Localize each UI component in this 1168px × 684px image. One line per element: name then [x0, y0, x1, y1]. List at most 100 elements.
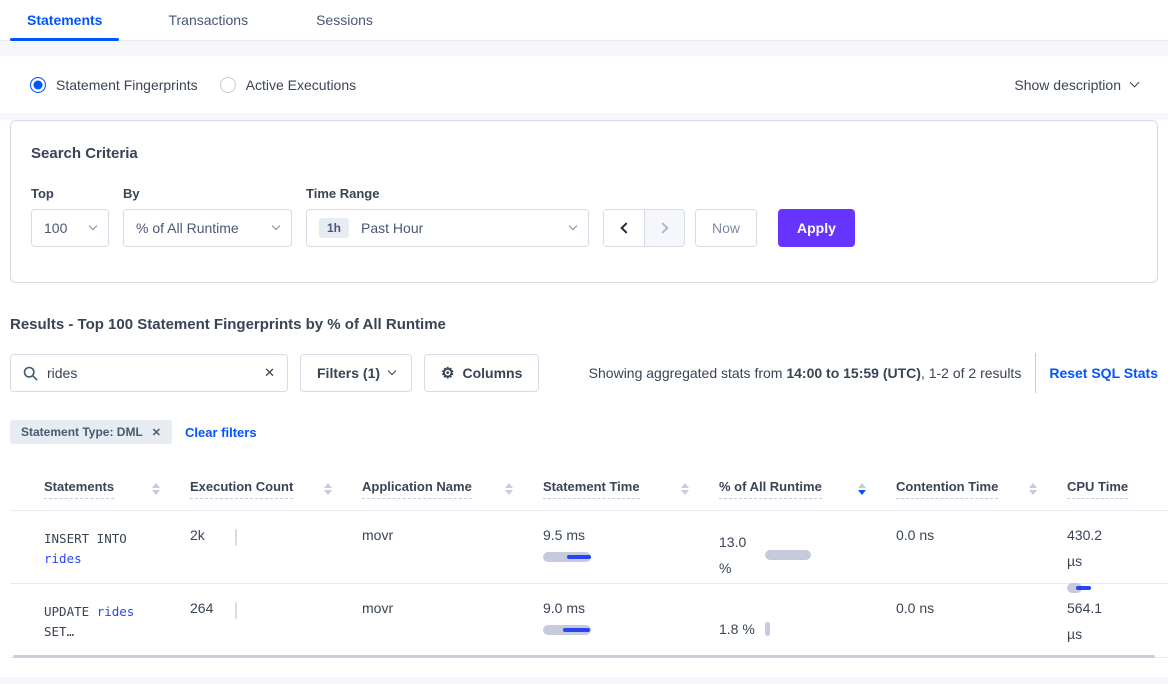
time-range-select[interactable]: 1h Past Hour: [306, 209, 589, 247]
columns-label: Columns: [462, 365, 522, 381]
column-header[interactable]: Contention Time: [886, 479, 1057, 499]
cpu-time-cell: 430.2 µs: [1057, 511, 1168, 583]
tab-sessions[interactable]: Sessions: [299, 0, 390, 40]
columns-button[interactable]: ⚙ Columns: [424, 354, 539, 392]
bar-stddev: [563, 628, 590, 632]
search-input[interactable]: [47, 365, 257, 381]
radio-statement-fingerprints[interactable]: Statement Fingerprints: [30, 77, 198, 93]
pct-runtime-bar: [765, 550, 811, 560]
table-row[interactable]: INSERT INTOrides2kmovr9.5 ms13.0 %0.0 ns…: [10, 511, 1168, 584]
filter-chip-statement-type: Statement Type: DML ✕: [10, 420, 172, 444]
column-header-label[interactable]: Contention Time: [896, 479, 998, 499]
time-range-label: Time Range: [306, 186, 589, 201]
contention-time-cell: 0.0 ns: [886, 584, 1057, 657]
clear-search-icon[interactable]: ✕: [264, 365, 275, 381]
tab-bar: Statements Transactions Sessions: [0, 0, 1168, 41]
chevron-down-icon: [272, 222, 280, 230]
column-header-label[interactable]: Statement Time: [543, 479, 640, 499]
column-header-label[interactable]: Statements: [44, 479, 114, 499]
metric-value: 430.2 µs: [1067, 522, 1109, 574]
results-heading: Results - Top 100 Statement Fingerprints…: [10, 316, 1158, 333]
radio-label: Statement Fingerprints: [56, 77, 198, 93]
chevron-down-icon: [1130, 78, 1140, 88]
apply-button[interactable]: Apply: [778, 209, 855, 247]
column-header[interactable]: Statement Time: [533, 479, 709, 499]
tab-statements[interactable]: Statements: [10, 0, 119, 40]
pct-runtime-cell: 13.0 %: [709, 511, 886, 583]
column-header[interactable]: Application Name: [352, 479, 533, 499]
time-prev-button[interactable]: [604, 210, 644, 246]
radio-active-executions[interactable]: Active Executions: [220, 77, 357, 93]
metric-value: 9.5 ms: [543, 527, 699, 543]
top-value: 100: [44, 220, 67, 236]
column-header[interactable]: CPU Time: [1057, 479, 1168, 499]
column-header-label[interactable]: CPU Time: [1067, 479, 1128, 499]
gear-icon: ⚙: [441, 366, 454, 381]
radio-unselected-icon: [220, 77, 236, 93]
column-header-label[interactable]: % of All Runtime: [719, 479, 822, 499]
sql-line: UPDATE rides: [44, 602, 170, 622]
show-description-toggle[interactable]: Show description: [1014, 77, 1138, 93]
sort-icon[interactable]: [324, 483, 332, 495]
chevron-right-icon: [657, 222, 668, 233]
pct-runtime-value: 13.0 %: [719, 529, 757, 581]
statements-table: Statements Execution Count Application Nam…: [10, 453, 1168, 658]
time-next-button[interactable]: [644, 210, 684, 246]
tab-transactions[interactable]: Transactions: [151, 0, 265, 40]
filters-button[interactable]: Filters (1): [300, 354, 412, 392]
by-group: By % of All Runtime: [123, 186, 292, 247]
bar-stddev: [567, 555, 591, 559]
table-header-row: Statements Execution Count Application Nam…: [10, 453, 1168, 511]
execution-count-value: 2k: [190, 527, 205, 543]
sql-line: SET…: [44, 622, 170, 642]
criteria-controls: Top 100 By % of All Runtime Time Range 1…: [31, 186, 1137, 247]
top-label: Top: [31, 186, 109, 201]
contention-time-cell: 0.0 ns: [886, 511, 1057, 583]
remove-filter-icon[interactable]: ✕: [152, 426, 161, 439]
search-box: ✕: [10, 354, 288, 392]
execution-count-cell: 264: [180, 584, 352, 657]
bar-stddev: [1076, 586, 1091, 590]
column-header[interactable]: Execution Count: [180, 479, 352, 499]
sort-icon[interactable]: [681, 483, 689, 495]
sort-icon[interactable]: [858, 483, 866, 495]
sort-icon[interactable]: [505, 483, 513, 495]
count-bar: [235, 602, 237, 619]
statement-time-cell: 9.0 ms: [533, 584, 709, 657]
now-button[interactable]: Now: [695, 209, 757, 247]
top-select[interactable]: 100: [31, 209, 109, 247]
column-header[interactable]: Statements: [34, 479, 180, 499]
radio-label: Active Executions: [246, 77, 357, 93]
chevron-left-icon: [620, 222, 631, 233]
statement-link[interactable]: rides: [44, 551, 82, 566]
application-name-cell: movr: [352, 584, 533, 657]
bar-chart: [543, 552, 699, 562]
chevron-down-icon: [388, 367, 396, 375]
page-bottom-band: [0, 677, 1168, 684]
statement-cell: UPDATE rides SET…: [34, 584, 180, 657]
search-icon: [23, 366, 38, 386]
column-header[interactable]: % of All Runtime: [709, 479, 886, 499]
bar-chart: [1067, 583, 1168, 593]
by-select[interactable]: % of All Runtime: [123, 209, 292, 247]
statement-link[interactable]: rides: [97, 604, 135, 619]
table-row[interactable]: UPDATE rides SET… 264movr9.0 ms 1.8 % 0.0 ns…: [10, 584, 1168, 658]
sort-icon[interactable]: [1029, 483, 1037, 495]
top-group: Top 100: [31, 186, 109, 247]
vertical-divider: [1035, 353, 1036, 393]
pct-runtime-cell: 1.8 %: [709, 584, 886, 657]
sql-activity-page: Statements Transactions Sessions Stateme…: [0, 0, 1168, 684]
clear-filters-link[interactable]: Clear filters: [185, 425, 257, 440]
sort-icon[interactable]: [152, 483, 160, 495]
apply-label: Apply: [797, 220, 836, 236]
results-controls: ✕ Filters (1) ⚙ Columns Showing aggregat…: [10, 353, 1158, 393]
horizontal-scrollbar[interactable]: [13, 655, 1155, 658]
radio-selected-icon: [30, 77, 46, 93]
column-header-label[interactable]: Application Name: [362, 479, 472, 499]
metric-value: 564.1 µs: [1067, 595, 1109, 647]
reset-sql-stats-link[interactable]: Reset SQL Stats: [1049, 365, 1158, 381]
now-label: Now: [712, 220, 740, 236]
pct-runtime-value: 1.8 %: [719, 616, 757, 642]
sql-keyword: SET…: [44, 624, 74, 639]
column-header-label[interactable]: Execution Count: [190, 479, 293, 499]
